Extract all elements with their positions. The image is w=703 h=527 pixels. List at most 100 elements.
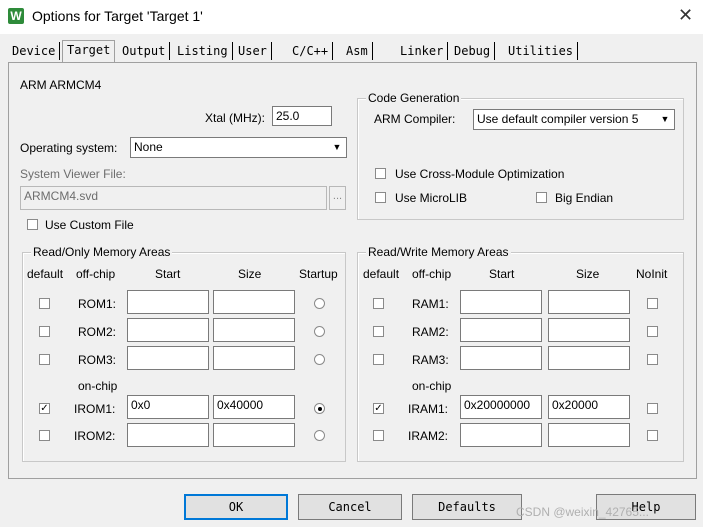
ro-header-size: Size xyxy=(238,267,261,281)
rom2-default-checkbox[interactable] xyxy=(39,326,50,337)
chevron-down-icon[interactable]: ▼ xyxy=(329,139,345,156)
cross-module-label: Use Cross-Module Optimization xyxy=(395,167,564,181)
xtal-input[interactable]: 25.0 xyxy=(272,106,332,126)
compiler-label: ARM Compiler: xyxy=(374,112,455,126)
iram1-size-input[interactable]: 0x20000 xyxy=(548,395,630,419)
tab-utilities[interactable]: Utilities xyxy=(504,42,578,60)
big-endian-label: Big Endian xyxy=(555,191,613,205)
rw-header-default: default xyxy=(363,267,399,281)
os-select-value: None xyxy=(134,140,163,154)
svf-label: System Viewer File: xyxy=(20,167,126,181)
browse-button[interactable]: ... xyxy=(329,186,346,210)
rom1-startup-radio[interactable] xyxy=(314,298,325,309)
rom3-label: ROM3: xyxy=(78,353,116,367)
iram2-noinit-checkbox[interactable] xyxy=(647,430,658,441)
irom1-start-input[interactable]: 0x0 xyxy=(127,395,209,419)
close-icon[interactable]: ✕ xyxy=(678,5,693,25)
ok-button[interactable]: OK xyxy=(184,494,288,520)
chevron-down-icon[interactable]: ▼ xyxy=(657,111,673,128)
irom2-startup-radio[interactable] xyxy=(314,430,325,441)
iram2-start-input[interactable] xyxy=(460,423,542,447)
irom1-startup-radio[interactable] xyxy=(314,403,325,414)
custom-file-checkbox[interactable] xyxy=(27,219,38,230)
ram3-size-input[interactable] xyxy=(548,346,630,370)
rom3-size-input[interactable] xyxy=(213,346,295,370)
ram1-default-checkbox[interactable] xyxy=(373,298,384,309)
rom3-startup-radio[interactable] xyxy=(314,354,325,365)
tab-cc[interactable]: C/C++ xyxy=(288,42,333,60)
ro-memory-title: Read/Only Memory Areas xyxy=(31,245,172,259)
rom2-size-input[interactable] xyxy=(213,318,295,342)
rw-memory-title: Read/Write Memory Areas xyxy=(366,245,511,259)
rom2-startup-radio[interactable] xyxy=(314,326,325,337)
rom2-label: ROM2: xyxy=(78,325,116,339)
iram1-noinit-checkbox[interactable] xyxy=(647,403,658,414)
rom1-default-checkbox[interactable] xyxy=(39,298,50,309)
ram2-default-checkbox[interactable] xyxy=(373,326,384,337)
compiler-select[interactable]: Use default compiler version 5 ▼ xyxy=(473,109,675,130)
svf-input[interactable]: ARMCM4.svd xyxy=(20,186,327,210)
ro-header-start: Start xyxy=(155,267,180,281)
device-name: ARM ARMCM4 xyxy=(20,78,101,92)
rw-header-start: Start xyxy=(489,267,514,281)
ram2-label: RAM2: xyxy=(412,325,449,339)
rom1-size-input[interactable] xyxy=(213,290,295,314)
ram1-size-input[interactable] xyxy=(548,290,630,314)
window-title: Options for Target 'Target 1' xyxy=(32,8,203,24)
rom3-default-checkbox[interactable] xyxy=(39,354,50,365)
os-label: Operating system: xyxy=(20,141,117,155)
ram1-start-input[interactable] xyxy=(460,290,542,314)
tab-debug[interactable]: Debug xyxy=(450,42,495,60)
cancel-button[interactable]: Cancel xyxy=(298,494,402,520)
rom2-start-input[interactable] xyxy=(127,318,209,342)
os-select[interactable]: None ▼ xyxy=(130,137,347,158)
ram3-default-checkbox[interactable] xyxy=(373,354,384,365)
irom2-start-input[interactable] xyxy=(127,423,209,447)
tab-output[interactable]: Output xyxy=(118,42,170,60)
watermark: CSDN @weixin_42765... xyxy=(516,505,649,519)
iram1-label: IRAM1: xyxy=(408,402,448,416)
big-endian-checkbox[interactable] xyxy=(536,192,547,203)
microlib-checkbox[interactable] xyxy=(375,192,386,203)
iram1-start-input[interactable]: 0x20000000 xyxy=(460,395,542,419)
irom2-label: IROM2: xyxy=(74,429,115,443)
defaults-button[interactable]: Defaults xyxy=(412,494,522,520)
tab-linker[interactable]: Linker xyxy=(396,42,448,60)
ro-onchip-label: on-chip xyxy=(78,379,117,393)
tab-device[interactable]: Device xyxy=(8,42,60,60)
ro-header-default: default xyxy=(27,267,63,281)
rom3-start-input[interactable] xyxy=(127,346,209,370)
iram1-default-checkbox[interactable]: ✓ xyxy=(373,403,384,414)
ram1-noinit-checkbox[interactable] xyxy=(647,298,658,309)
tab-target[interactable]: Target xyxy=(62,40,115,62)
compiler-select-value: Use default compiler version 5 xyxy=(477,112,638,126)
irom2-size-input[interactable] xyxy=(213,423,295,447)
ram3-start-input[interactable] xyxy=(460,346,542,370)
iram2-default-checkbox[interactable] xyxy=(373,430,384,441)
iram2-size-input[interactable] xyxy=(548,423,630,447)
rw-onchip-label: on-chip xyxy=(412,379,451,393)
ram2-size-input[interactable] xyxy=(548,318,630,342)
custom-file-label: Use Custom File xyxy=(45,218,134,232)
ram2-start-input[interactable] xyxy=(460,318,542,342)
tab-asm[interactable]: Asm xyxy=(342,42,373,60)
tab-user[interactable]: User xyxy=(234,42,272,60)
irom1-default-checkbox[interactable]: ✓ xyxy=(39,403,50,414)
iram2-label: IRAM2: xyxy=(408,429,448,443)
ram1-label: RAM1: xyxy=(412,297,449,311)
cross-module-checkbox[interactable] xyxy=(375,168,386,179)
microlib-label: Use MicroLIB xyxy=(395,191,467,205)
ram3-noinit-checkbox[interactable] xyxy=(647,354,658,365)
irom1-label: IROM1: xyxy=(74,402,115,416)
rw-header-noinit: NoInit xyxy=(636,267,667,281)
rw-header-offchip: off-chip xyxy=(412,267,451,281)
app-icon: W xyxy=(8,8,24,24)
ro-header-startup: Startup xyxy=(299,267,338,281)
ro-header-offchip: off-chip xyxy=(76,267,115,281)
irom1-size-input[interactable]: 0x40000 xyxy=(213,395,295,419)
ram2-noinit-checkbox[interactable] xyxy=(647,326,658,337)
irom2-default-checkbox[interactable] xyxy=(39,430,50,441)
xtal-label: Xtal (MHz): xyxy=(205,111,265,125)
rom1-start-input[interactable] xyxy=(127,290,209,314)
tab-listing[interactable]: Listing xyxy=(173,42,233,60)
